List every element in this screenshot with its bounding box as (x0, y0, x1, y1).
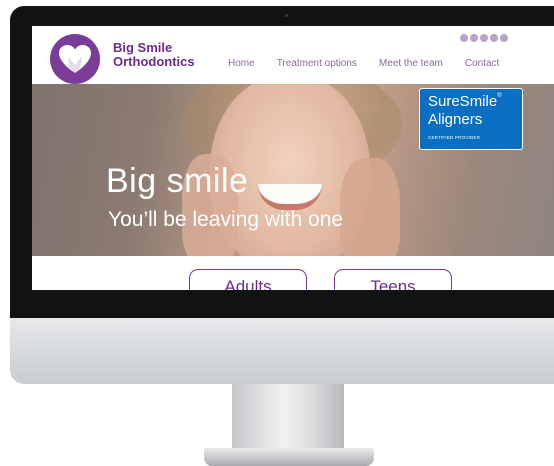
badge-title-text: SureSmile (428, 93, 498, 110)
registered-mark: ® (497, 93, 502, 99)
site-header: Big Smile Orthodontics Home Treatment op… (32, 26, 554, 84)
badge-caption: CERTIFIED PROVIDER (428, 135, 481, 140)
hero-banner: Big smile You’ll be leaving with one Sur… (32, 84, 554, 256)
instagram-icon[interactable] (480, 34, 488, 42)
website-screen: Big Smile Orthodontics Home Treatment op… (32, 26, 554, 290)
heart-icon (59, 45, 91, 73)
teens-button[interactable]: Teens (334, 269, 452, 290)
hero-subtitle: You’ll be leaving with one (108, 208, 344, 231)
nav-contact[interactable]: Contact (465, 58, 499, 69)
badge-title: SureSmile® (428, 93, 502, 110)
nav-treatment-options[interactable]: Treatment options (277, 58, 357, 69)
twitter-icon[interactable] (470, 34, 478, 42)
brand-name-line2: Orthodontics (113, 54, 195, 69)
monitor-stand (232, 384, 344, 450)
email-icon[interactable] (500, 34, 508, 42)
hero-title: Big smile (106, 162, 249, 200)
main-nav: Home Treatment options Meet the team Con… (228, 58, 499, 69)
screen-bottom-area (32, 290, 554, 318)
camera-dot (285, 14, 288, 17)
nav-meet-the-team[interactable]: Meet the team (379, 58, 443, 69)
suresmile-badge[interactable]: SureSmile® Aligners CERTIFIED PROVIDER (419, 88, 523, 150)
monitor-chin (10, 318, 554, 384)
logo[interactable] (50, 34, 100, 84)
social-links (460, 34, 508, 42)
facebook-icon[interactable] (460, 34, 468, 42)
nav-home[interactable]: Home (228, 58, 255, 69)
brand-name[interactable]: Big Smile Orthodontics (113, 41, 223, 69)
brand-name-line1: Big Smile (113, 40, 173, 55)
monitor-stand-base (204, 448, 374, 466)
hero-photo-hand (340, 158, 400, 256)
adults-button[interactable]: Adults (189, 269, 307, 290)
badge-title-line2: Aligners (428, 111, 483, 128)
youtube-icon[interactable] (490, 34, 498, 42)
